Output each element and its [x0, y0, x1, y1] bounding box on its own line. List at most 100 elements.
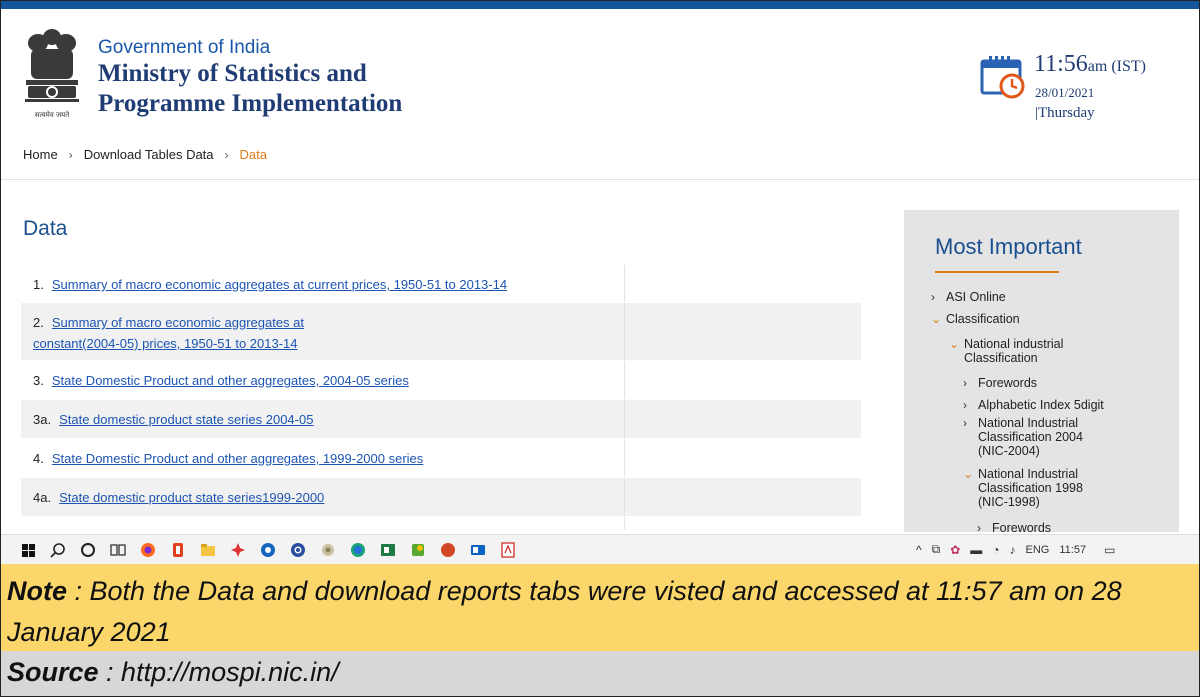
table-cell: 4. State Domestic Product and other aggre…	[21, 439, 625, 477]
data-link[interactable]: Summary of macro economic aggregates at …	[33, 315, 304, 351]
row-number: 2.	[33, 315, 44, 330]
volume-icon[interactable]: ♪	[1010, 543, 1016, 557]
sidebar-item-nic-1998[interactable]: ⌄ National Industrial Classification 199…	[963, 467, 1108, 509]
chevron-right-icon: ›	[963, 376, 967, 390]
clock-day: |Thursday	[1035, 105, 1095, 121]
table-cell-empty	[625, 361, 861, 399]
breadcrumb: Home › Download Tables Data › Data	[23, 147, 267, 162]
breadcrumb-download-tables[interactable]: Download Tables Data	[84, 147, 214, 162]
browser-icon[interactable]	[253, 540, 283, 560]
snip-tool-icon[interactable]	[223, 540, 253, 560]
sidebar-item-forewords[interactable]: › Forewords	[963, 376, 1163, 390]
system-tray: ^ ⧉ ✿ ▬ ◔ ♪ ENG 11:57 ▭	[916, 542, 1115, 557]
office-icon[interactable]	[163, 540, 193, 560]
table-cell-empty	[625, 517, 861, 530]
chevron-right-icon: ›	[963, 416, 967, 430]
chevron-right-icon: ›	[963, 398, 967, 412]
data-link[interactable]: Summary of macro economic aggregates at …	[52, 277, 507, 292]
top-bar	[1, 1, 1199, 9]
chrome-icon[interactable]	[283, 540, 313, 560]
notification-icon[interactable]: ▭	[1104, 543, 1115, 557]
note-label: Note	[7, 576, 67, 606]
table-cell-empty	[625, 439, 861, 477]
task-view-icon[interactable]	[103, 540, 133, 560]
breadcrumb-current: Data	[239, 147, 267, 162]
sidebar-item-asi-online[interactable]: › ASI Online	[931, 290, 1161, 304]
battery-icon[interactable]: ▬	[970, 543, 982, 557]
excel-icon[interactable]	[373, 540, 403, 560]
table-row: 2. Summary of macro economic aggregates a…	[21, 303, 861, 361]
row-number: 4.	[33, 451, 44, 466]
file-explorer-icon[interactable]	[193, 540, 223, 560]
sidebar-item-alphabetic-index[interactable]: › Alphabetic Index 5digit	[963, 398, 1173, 412]
table-row: 1. Summary of macro economic aggregates a…	[21, 265, 861, 303]
sidebar-most-important: Most Important › ASI Online ⌄ Classifica…	[904, 210, 1179, 532]
edge-icon[interactable]	[343, 540, 373, 560]
chevron-up-icon[interactable]: ^	[916, 543, 922, 557]
breadcrumb-home[interactable]: Home	[23, 147, 58, 162]
note-text: Note : Both the Data and download report…	[7, 571, 1192, 653]
firefox-icon[interactable]	[133, 540, 163, 560]
app-icon[interactable]	[313, 540, 343, 560]
sidebar-title: Most Important	[935, 234, 1082, 259]
row-number: 1.	[33, 277, 44, 292]
app-green-icon[interactable]	[403, 540, 433, 560]
row-number: 3.	[33, 373, 44, 388]
source-label: Source	[7, 657, 99, 687]
data-link[interactable]: State domestic product state series 2004…	[59, 412, 313, 427]
table-row	[21, 517, 861, 531]
taskbar-clock[interactable]: 11:57	[1059, 544, 1086, 556]
national-emblem: सत्यमेव जयते	[20, 25, 84, 123]
clock-date: 28/01/2021	[1035, 85, 1095, 100]
row-number: 3a.	[33, 412, 52, 427]
chevron-right-icon: ›	[224, 147, 229, 162]
chevron-down-icon: ⌄	[963, 467, 974, 481]
data-link[interactable]: State Domestic Product and other aggrega…	[52, 451, 423, 466]
government-label: Government of India	[98, 37, 271, 58]
sidebar-item-label: National Industrial Classification 1998 …	[978, 467, 1083, 509]
table-row: 3. State Domestic Product and other aggre…	[21, 361, 861, 400]
data-link[interactable]: State domestic product state series1999-…	[59, 490, 324, 505]
windows-taskbar: ^ ⧉ ✿ ▬ ◔ ♪ ENG 11:57 ▭	[1, 534, 1199, 564]
divider	[1, 179, 1199, 180]
clock-ampm: am (IST)	[1087, 58, 1146, 75]
search-icon[interactable]	[43, 540, 73, 560]
sidebar-item-nic-2004[interactable]: › National Industrial Classification 200…	[963, 416, 1108, 458]
table-cell-empty	[625, 303, 861, 360]
table-cell-empty	[625, 478, 861, 516]
network-app-icon[interactable]: ⧉	[932, 542, 941, 557]
data-link[interactable]: State Domestic Product and other aggrega…	[52, 373, 409, 388]
outlook-icon[interactable]	[463, 540, 493, 560]
sidebar-item-label: Alphabetic Index 5digit	[978, 398, 1104, 412]
table-cell: 3. State Domestic Product and other aggre…	[21, 361, 625, 399]
table-cell: 2. Summary of macro economic aggregates a…	[21, 303, 625, 360]
screenshot-frame: सत्यमेव जयते Government of India Ministr…	[0, 0, 1200, 697]
note-body: : Both the Data and download reports tab…	[7, 576, 1122, 647]
language-indicator[interactable]: ENG	[1026, 544, 1050, 556]
source-text: Source : http://mospi.nic.in/	[7, 657, 339, 688]
row-number: 4a.	[33, 490, 52, 505]
table-cell: 4a. State domestic product state series19…	[21, 478, 625, 516]
sidebar-item-nic[interactable]: ⌄ National industrial Classification	[949, 337, 1099, 365]
calendar-clock-icon	[979, 53, 1027, 99]
sidebar-item-forewords-1998[interactable]: › Forewords	[977, 521, 1127, 532]
page-title: Data	[23, 217, 68, 240]
table-cell-empty	[625, 265, 861, 302]
wifi-icon[interactable]: ◔	[992, 543, 999, 557]
cortana-icon[interactable]	[73, 540, 103, 560]
chevron-right-icon: ›	[977, 521, 981, 532]
app-tray-icon[interactable]: ✿	[950, 543, 960, 557]
sidebar-item-classification[interactable]: ⌄ Classification	[931, 312, 1161, 326]
clock-time-value: 11:56	[1034, 51, 1088, 77]
source-body: : http://mospi.nic.in/	[98, 657, 339, 687]
powerpoint-icon[interactable]	[433, 540, 463, 560]
table-cell-empty	[625, 400, 861, 438]
title-underline	[935, 271, 1059, 273]
chevron-right-icon: ›	[931, 290, 935, 304]
sidebar-item-label: National Industrial Classification 2004 …	[978, 416, 1083, 458]
table-cell: 3a. State domestic product state series 2…	[21, 400, 625, 438]
pdf-icon[interactable]	[493, 540, 523, 560]
windows-start-icon[interactable]	[13, 540, 43, 560]
ministry-name-line2: Programme Implementation	[98, 90, 403, 117]
ministry-name[interactable]: Ministry of Statistics and Programme Imp…	[98, 59, 402, 119]
